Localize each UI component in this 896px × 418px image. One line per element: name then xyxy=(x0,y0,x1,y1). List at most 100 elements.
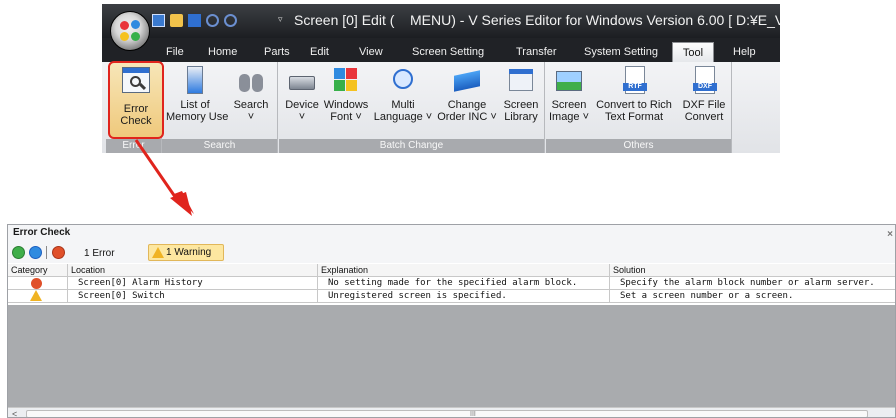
jump-icon[interactable] xyxy=(29,246,42,259)
column-header-solution[interactable]: Solution xyxy=(610,264,895,277)
windows-font-button[interactable]: Windows Font ˅ xyxy=(323,66,369,123)
list-of-memory-use-label-1: List of xyxy=(180,99,210,111)
rtf-file-icon: RTF xyxy=(619,66,649,96)
dxf-file-icon: DXF xyxy=(689,66,719,96)
row-category-cell xyxy=(8,277,68,290)
callout-arrow-head-fill xyxy=(170,192,192,216)
group-batch-change-label: Batch Change xyxy=(279,139,544,153)
row-solution: Specify the alarm block number or alarm … xyxy=(610,277,895,290)
group-others-label: Others xyxy=(546,139,731,153)
convert-to-rich-text-button[interactable]: RTF Convert to Rich Text Format xyxy=(592,66,676,123)
tab-screen-setting[interactable]: Screen Setting xyxy=(412,46,484,58)
windows-font-label-2: Font ˅ xyxy=(330,111,362,123)
row-location: Screen[0] Switch xyxy=(68,290,318,303)
row-explanation: Unregistered screen is specified. xyxy=(318,290,610,303)
save-icon[interactable] xyxy=(188,14,201,27)
column-header-location[interactable]: Location xyxy=(68,264,318,277)
multi-language-button[interactable]: Multi Language ˅ xyxy=(373,66,433,123)
list-of-memory-use-label-2: Memory Use xyxy=(166,111,229,123)
convert-rtf-label-2: Text Format xyxy=(604,111,664,123)
error-count-label[interactable]: 1 Error xyxy=(84,248,115,259)
screen-library-label-2: Library xyxy=(504,111,538,123)
error-check-label-2: Check xyxy=(120,115,152,127)
toolbar-separator xyxy=(46,246,47,259)
undo-icon[interactable] xyxy=(206,14,219,27)
warning-icon xyxy=(30,290,42,301)
window-title-left: Screen [0] Edit ( xyxy=(294,12,395,28)
refresh-icon[interactable] xyxy=(12,246,25,259)
row-explanation: No setting made for the specified alarm … xyxy=(318,277,610,290)
window-title-right: MENU) - V Series Editor for Windows Vers… xyxy=(410,12,780,28)
redo-icon[interactable] xyxy=(224,14,237,27)
scrollbar-thumb[interactable]: III xyxy=(26,410,868,418)
change-order-inc-button[interactable]: Change Order INC ˅ xyxy=(437,66,497,123)
panel-toolbar: 1 Error 1 Warning xyxy=(8,242,895,263)
tab-system-setting[interactable]: System Setting xyxy=(584,46,658,58)
column-header-explanation[interactable]: Explanation xyxy=(318,264,610,277)
group-error-label: Error xyxy=(106,139,161,153)
tab-transfer[interactable]: Transfer xyxy=(516,46,557,58)
table-row[interactable]: Screen[0] Switch Unregistered screen is … xyxy=(8,290,895,303)
search-dropdown-icon: ˅ xyxy=(247,111,255,123)
table-empty-area xyxy=(8,305,895,408)
tab-edit[interactable]: Edit xyxy=(310,46,329,58)
convert-rtf-label-1: Convert to Rich xyxy=(596,99,672,111)
dxf-file-convert-button[interactable]: DXF DXF File Convert xyxy=(678,66,730,123)
binoculars-icon xyxy=(236,66,266,96)
panel-title-text: Error Check xyxy=(13,227,71,238)
change-order-icon xyxy=(452,66,482,96)
tab-home[interactable]: Home xyxy=(208,46,237,58)
row-solution: Set a screen number or a screen. xyxy=(610,290,895,303)
device-button[interactable]: Device ˅ xyxy=(283,66,321,123)
group-search: List of Memory Use Search ˅ Search xyxy=(162,62,278,153)
close-icon[interactable]: × xyxy=(887,227,893,243)
multi-language-label-1: Multi xyxy=(391,99,415,111)
tab-file[interactable]: File xyxy=(166,46,184,58)
search-button[interactable]: Search ˅ xyxy=(230,66,272,123)
table-header-row: Category Location Explanation Solution xyxy=(8,264,895,277)
image-icon xyxy=(554,66,584,96)
title-bar: ▿ Screen [0] Edit ( MENU) - V Series Edi… xyxy=(102,4,780,38)
row-category-cell xyxy=(8,290,68,303)
quick-access-dropdown-icon[interactable]: ▿ xyxy=(278,14,283,25)
ribbon-tab-bar: File Home Parts Edit View Screen Setting… xyxy=(102,38,780,63)
tab-tool[interactable]: Tool xyxy=(672,42,714,63)
new-file-icon[interactable] xyxy=(152,14,165,27)
error-filter-icon[interactable] xyxy=(52,246,65,259)
row-location: Screen[0] Alarm History xyxy=(68,277,318,290)
screen-library-icon xyxy=(506,66,536,96)
error-check-button[interactable]: Error Check xyxy=(108,61,164,139)
warning-count-label: 1 Warning xyxy=(166,247,212,258)
multi-language-label-2: Language ˅ xyxy=(373,111,433,123)
windows-font-label-1: Windows xyxy=(323,99,369,111)
screen-image-button[interactable]: Screen Image ˅ xyxy=(548,66,590,123)
tab-parts[interactable]: Parts xyxy=(264,46,290,58)
screen-image-label-1: Screen xyxy=(551,99,587,111)
horizontal-scrollbar[interactable]: < III xyxy=(8,407,895,418)
rtf-badge: RTF xyxy=(623,83,647,91)
globe-icon xyxy=(388,66,418,96)
memory-list-icon xyxy=(180,66,210,96)
group-others: Screen Image ˅ RTF Convert to Rich Text … xyxy=(546,62,732,153)
scroll-left-icon[interactable]: < xyxy=(12,409,17,417)
column-header-category[interactable]: Category xyxy=(8,264,68,277)
app-logo[interactable] xyxy=(110,11,150,51)
screen-library-button[interactable]: Screen Library xyxy=(501,66,541,123)
list-of-memory-use-button[interactable]: List of Memory Use xyxy=(166,66,229,123)
group-search-label: Search xyxy=(162,139,277,153)
error-icon xyxy=(31,278,42,289)
change-order-label-2: Order INC ˅ xyxy=(437,111,497,123)
panel-title: Error Check × xyxy=(8,225,895,243)
tab-help[interactable]: Help xyxy=(733,46,756,58)
ribbon-window: ▿ Screen [0] Edit ( MENU) - V Series Edi… xyxy=(102,4,780,153)
open-folder-icon[interactable] xyxy=(170,14,183,27)
tab-view[interactable]: View xyxy=(359,46,383,58)
warning-filter-button[interactable]: 1 Warning xyxy=(148,244,224,261)
dxf-convert-label-2: Convert xyxy=(684,111,724,123)
change-order-label-1: Change xyxy=(447,99,487,111)
table-row[interactable]: Screen[0] Alarm History No setting made … xyxy=(8,277,895,290)
search-label: Search xyxy=(233,99,269,111)
warning-icon xyxy=(152,247,164,258)
scrollbar-grip-icon: III xyxy=(470,411,476,418)
device-label: Device xyxy=(285,99,319,111)
